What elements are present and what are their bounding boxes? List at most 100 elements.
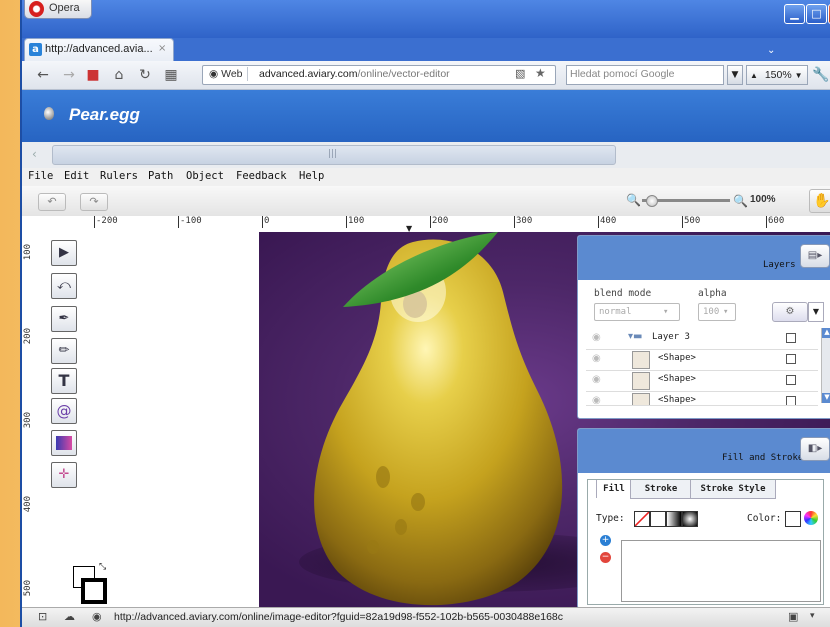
layer-row[interactable]: ◉ ▾▬ Layer 3 — [586, 328, 818, 350]
layer-row[interactable]: ◉ <Shape> — [586, 370, 818, 392]
tab-menu-chevron-icon[interactable]: ⌄ — [767, 45, 775, 56]
web-security-badge[interactable]: ◉ Web — [205, 67, 248, 81]
menu-file[interactable]: File — [28, 170, 53, 182]
layer-lock-checkbox[interactable] — [786, 375, 796, 385]
eye-icon[interactable]: ◉ — [592, 395, 601, 405]
ruler-label: 300 — [23, 412, 33, 429]
zoom-level: 100% — [750, 194, 776, 205]
forward-arrow-icon[interactable]: → — [60, 66, 78, 84]
add-gradient-stop-icon[interactable]: + — [600, 535, 611, 546]
scroll-down-icon[interactable]: ▼ — [822, 393, 830, 403]
blend-mode-dropdown[interactable]: normal ▾ — [594, 303, 680, 321]
eye-icon[interactable]: ◉ — [592, 332, 601, 343]
zoom-dropdown[interactable]: ▲ 150% ▼ — [746, 65, 808, 85]
browser-window: Opera ▁ □ a http://advanced.avia... × ⌄ … — [20, 0, 830, 627]
zoom-slider-handle[interactable] — [646, 195, 658, 207]
scroll-left-icon[interactable]: ‹ — [32, 147, 37, 161]
ruler-label: 500 — [23, 580, 33, 597]
hand-tool-icon[interactable]: ✋ — [809, 189, 830, 213]
reload-icon[interactable]: ↻ — [136, 66, 154, 84]
speed-dial-icon[interactable]: ▦ — [162, 66, 180, 84]
alpha-dropdown[interactable]: 100 ▾ — [698, 303, 736, 321]
tab-stroke[interactable]: Stroke — [630, 480, 692, 499]
pear-spot — [395, 519, 407, 535]
eye-icon[interactable]: ◉ — [592, 353, 601, 364]
spiral-tool-button[interactable]: @ — [51, 398, 77, 424]
no-fill-swatch[interactable] — [634, 511, 650, 527]
redo-icon: ↷ — [89, 195, 99, 208]
layer-row[interactable]: ◉ <Shape> — [586, 349, 818, 371]
redo-button[interactable]: ↷ — [80, 193, 108, 211]
zoom-out-icon[interactable]: 🔍 — [626, 194, 641, 206]
layer-row[interactable]: ◉ <Shape> — [586, 391, 818, 406]
cloud-icon[interactable]: ☁ — [64, 610, 75, 623]
pencil-tool-button[interactable]: ✏ — [51, 338, 77, 364]
panel-toggle-icon[interactable]: ⊡ — [38, 610, 47, 623]
remove-gradient-stop-icon[interactable]: − — [600, 552, 611, 563]
tab-close-icon[interactable]: × — [158, 43, 166, 54]
scroll-up-icon[interactable]: ▲ — [822, 328, 830, 338]
minimize-button[interactable]: ▁ — [784, 4, 805, 24]
layer-settings-button[interactable]: ⚙ — [772, 302, 808, 322]
tab-stroke-style[interactable]: Stroke Style — [690, 480, 776, 499]
layer-lock-checkbox[interactable] — [786, 354, 796, 364]
color-wheel-icon[interactable] — [804, 511, 818, 525]
shape-thumbnail-icon — [632, 372, 650, 390]
tab-fill[interactable]: Fill — [596, 480, 632, 498]
spiral-tool-icon: @ — [56, 402, 72, 420]
eye-icon[interactable]: ◉ — [592, 374, 601, 385]
ruler-label: -100 — [178, 216, 202, 228]
address-bar[interactable]: ◉ Web advanced.aviary.com/online/vector-… — [202, 65, 556, 85]
color-label: Color: — [747, 513, 782, 524]
maximize-button[interactable]: □ — [806, 4, 827, 24]
browser-tab[interactable]: a http://advanced.avia... × — [24, 38, 174, 62]
home-icon[interactable]: ⌂ — [110, 66, 128, 84]
layer-settings-dropdown[interactable]: ▼ — [808, 302, 824, 322]
search-engine-dropdown[interactable]: ▼ — [727, 65, 743, 85]
radial-gradient-swatch[interactable] — [682, 511, 698, 527]
fill-stroke-body: Fill Stroke Stroke Style Type: Color: + … — [587, 479, 824, 605]
menu-path[interactable]: Path — [148, 170, 173, 182]
title-bar: Opera ▁ □ — [22, 0, 830, 38]
menu-edit[interactable]: Edit — [64, 170, 89, 182]
stop-icon[interactable]: ■ — [84, 66, 102, 84]
ruler-label: 200 — [23, 328, 33, 345]
menu-rulers[interactable]: Rulers — [100, 170, 138, 182]
address-url[interactable]: advanced.aviary.com/online/vector-editor — [259, 68, 450, 80]
search-field[interactable]: Hledat pomocí Google — [566, 65, 724, 85]
gradient-stops-area[interactable] — [621, 540, 821, 602]
solid-fill-swatch[interactable] — [650, 511, 666, 527]
image-view-icon[interactable]: ▣ — [788, 610, 798, 623]
zoom-in-icon[interactable]: 🔍 — [733, 194, 748, 208]
transform-tool-button[interactable]: ✛ — [51, 462, 77, 488]
layer-lock-checkbox[interactable] — [786, 396, 796, 405]
swap-colors-icon[interactable]: ⤡ — [99, 562, 106, 572]
wrench-icon[interactable]: 🔧 — [812, 66, 830, 84]
rss-icon[interactable]: ▧ — [515, 67, 525, 80]
layer-lock-checkbox[interactable] — [786, 333, 796, 343]
undo-button[interactable]: ↶ — [38, 193, 66, 211]
linear-gradient-swatch[interactable] — [666, 511, 682, 527]
bookmark-star-icon[interactable]: ★ — [535, 66, 546, 80]
gradient-tool-button[interactable] — [51, 430, 77, 456]
menu-feedback[interactable]: Feedback — [236, 170, 287, 182]
horizontal-scrollbar[interactable]: ||| — [52, 145, 616, 165]
node-tool-button[interactable]: ⤺ — [51, 273, 77, 299]
fill-color-picker-swatch[interactable] — [785, 511, 801, 527]
stroke-color-swatch[interactable] — [81, 578, 107, 604]
menu-help[interactable]: Help — [299, 170, 324, 182]
pear-illustration[interactable] — [303, 232, 583, 607]
ruler-label: 200 — [430, 216, 449, 228]
menu-object[interactable]: Object — [186, 170, 224, 182]
layers-panel-toggle[interactable]: ▤▸ — [800, 244, 830, 268]
text-tool-button[interactable]: T — [51, 368, 77, 394]
select-tool-button[interactable]: ▶ — [51, 240, 77, 266]
fill-stroke-panel-toggle[interactable]: ◧▸ — [800, 437, 830, 461]
chevron-down-icon[interactable]: ▾ — [810, 611, 815, 621]
layers-scrollbar[interactable]: ▲ ▼ — [821, 328, 830, 403]
fill-stroke-panel-title: Fill and Stroke — [722, 453, 804, 463]
gear-icon: ⚙ — [785, 306, 795, 317]
opera-menu-button[interactable]: Opera — [24, 0, 92, 19]
back-arrow-icon[interactable]: ← — [34, 66, 52, 84]
pen-tool-button[interactable]: ✒ — [51, 306, 77, 332]
